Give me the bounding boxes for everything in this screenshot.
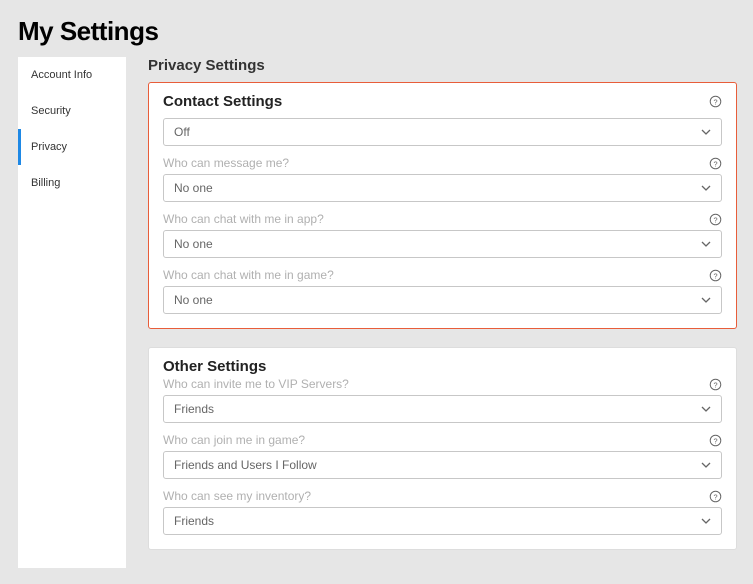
- who-can-chat-game-select[interactable]: No one: [163, 286, 722, 314]
- select-value: No one: [174, 293, 213, 307]
- field-label: Who can chat with me in app?: [163, 212, 324, 226]
- privacy-settings-heading: Privacy Settings: [148, 57, 737, 74]
- sidebar: Account Info Security Privacy Billing: [18, 57, 126, 568]
- chevron-down-icon: [701, 297, 711, 303]
- chevron-down-icon: [701, 406, 711, 412]
- sidebar-item-privacy[interactable]: Privacy: [18, 129, 126, 165]
- contact-settings-title: Contact Settings: [163, 93, 282, 110]
- help-icon[interactable]: ?: [709, 213, 722, 226]
- svg-text:?: ?: [713, 271, 717, 280]
- chevron-down-icon: [701, 518, 711, 524]
- contact-settings-panel: Contact Settings ? Off Who can message m…: [148, 82, 737, 329]
- svg-text:?: ?: [713, 492, 717, 501]
- account-restrictions-select[interactable]: Off: [163, 118, 722, 146]
- chevron-down-icon: [701, 462, 711, 468]
- svg-text:?: ?: [713, 159, 717, 168]
- select-value: Friends and Users I Follow: [174, 458, 317, 472]
- svg-text:?: ?: [713, 97, 717, 106]
- select-value: No one: [174, 237, 213, 251]
- help-icon[interactable]: ?: [709, 378, 722, 391]
- main-content: Privacy Settings Contact Settings ? Off …: [148, 57, 737, 568]
- sidebar-item-security[interactable]: Security: [18, 93, 126, 129]
- page-title: My Settings: [0, 0, 753, 57]
- chevron-down-icon: [701, 185, 711, 191]
- select-value: Friends: [174, 514, 214, 528]
- select-value: Friends: [174, 402, 214, 416]
- help-icon[interactable]: ?: [709, 157, 722, 170]
- field-label: Who can invite me to VIP Servers?: [163, 377, 349, 391]
- who-can-message-select[interactable]: No one: [163, 174, 722, 202]
- sidebar-item-account-info[interactable]: Account Info: [18, 57, 126, 93]
- help-icon[interactable]: ?: [709, 434, 722, 447]
- svg-text:?: ?: [713, 380, 717, 389]
- who-can-join-game-select[interactable]: Friends and Users I Follow: [163, 451, 722, 479]
- who-can-chat-app-select[interactable]: No one: [163, 230, 722, 258]
- help-icon[interactable]: ?: [709, 269, 722, 282]
- help-icon[interactable]: ?: [709, 490, 722, 503]
- sidebar-item-billing[interactable]: Billing: [18, 165, 126, 201]
- help-icon[interactable]: ?: [709, 95, 722, 108]
- select-value: No one: [174, 181, 213, 195]
- svg-text:?: ?: [713, 215, 717, 224]
- who-can-see-inventory-select[interactable]: Friends: [163, 507, 722, 535]
- select-value: Off: [174, 125, 190, 139]
- chevron-down-icon: [701, 129, 711, 135]
- field-label: Who can chat with me in game?: [163, 268, 334, 282]
- chevron-down-icon: [701, 241, 711, 247]
- field-label: Who can join me in game?: [163, 433, 305, 447]
- other-settings-title: Other Settings: [163, 358, 722, 375]
- other-settings-panel: Other Settings Who can invite me to VIP …: [148, 347, 737, 550]
- field-label: Who can message me?: [163, 156, 289, 170]
- svg-text:?: ?: [713, 436, 717, 445]
- who-can-invite-vip-select[interactable]: Friends: [163, 395, 722, 423]
- field-label: Who can see my inventory?: [163, 489, 311, 503]
